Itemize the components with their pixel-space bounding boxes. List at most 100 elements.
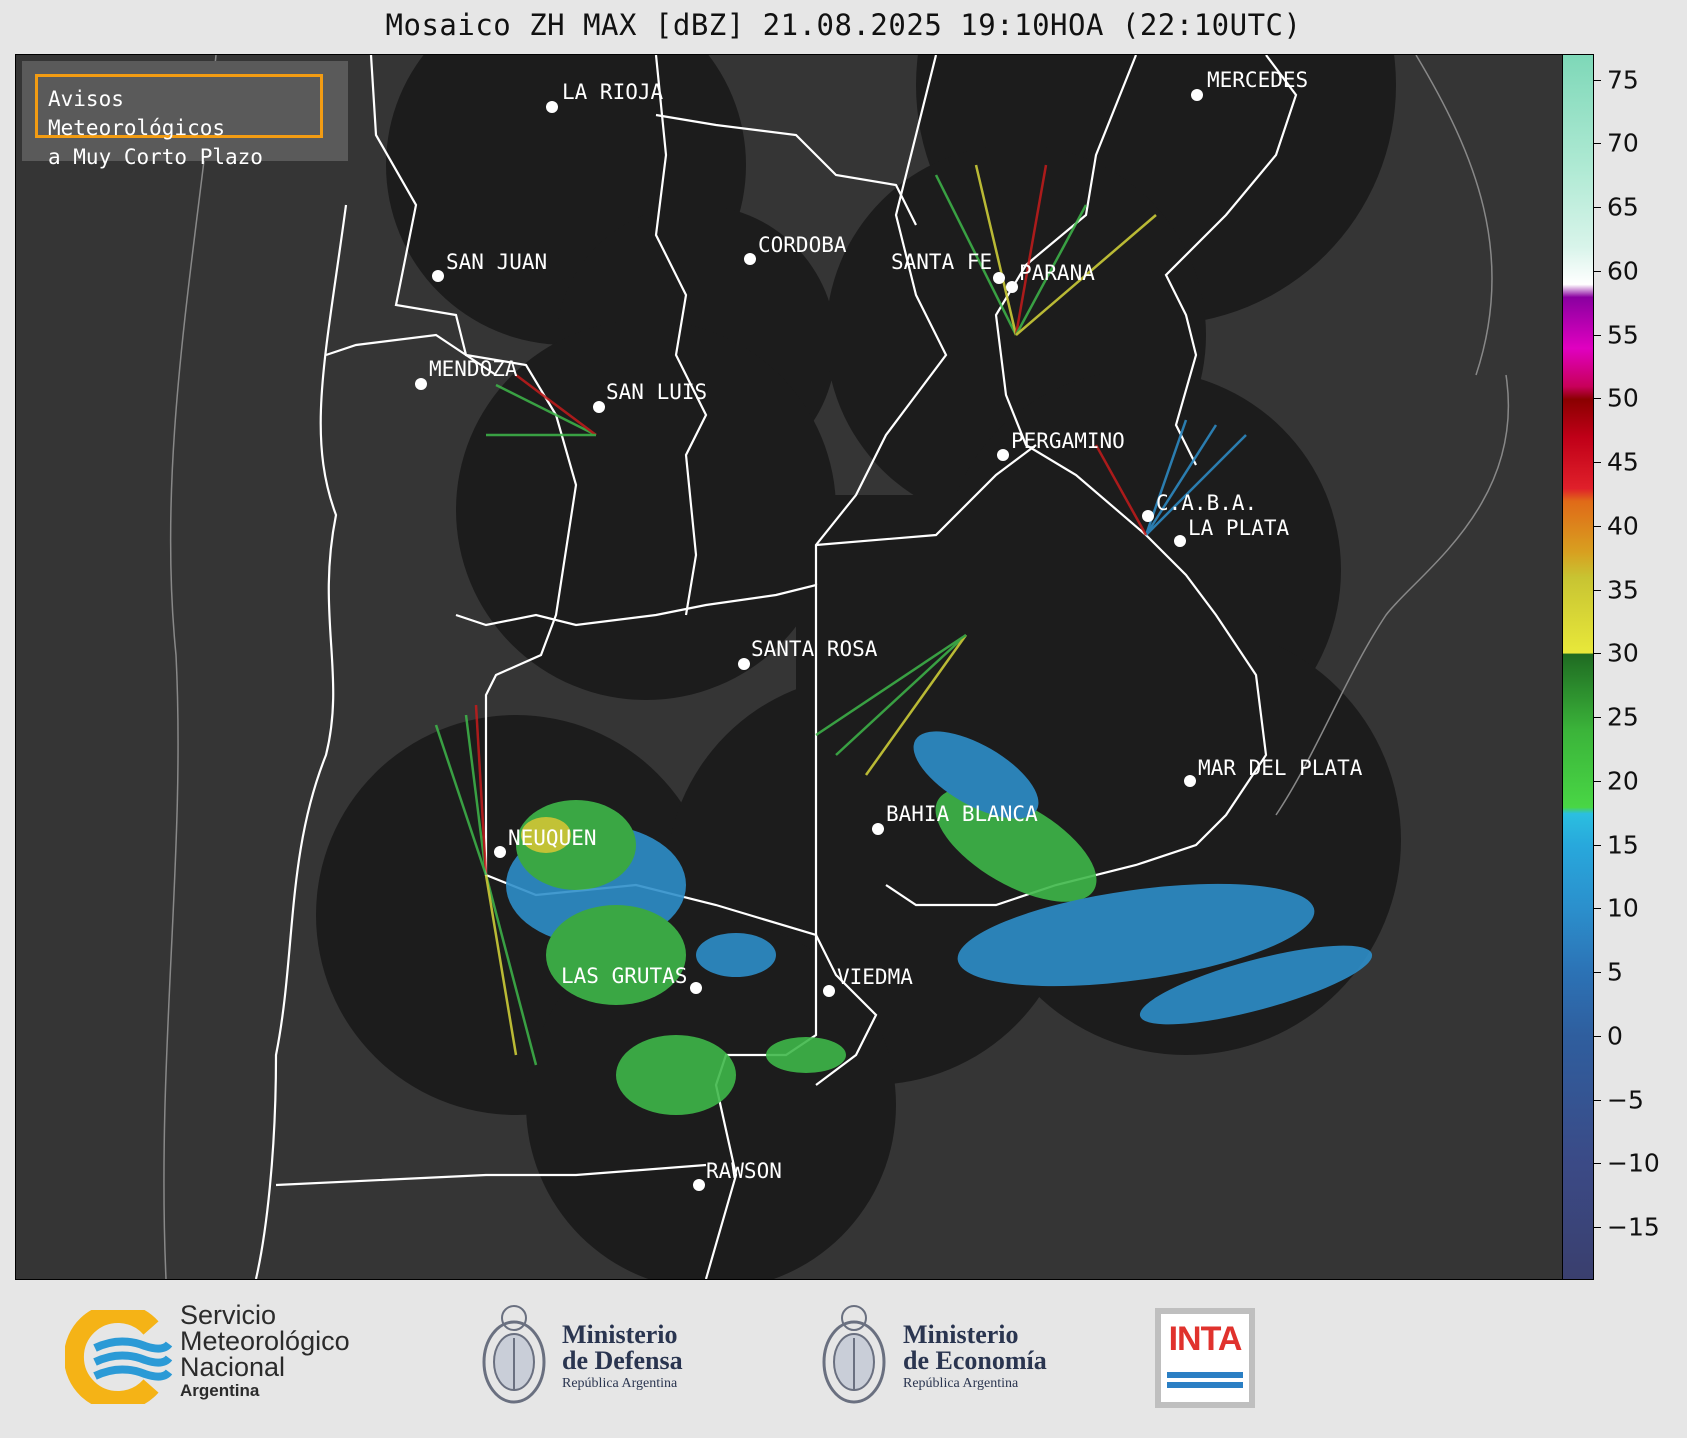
colorbar-tick-label: −5 xyxy=(1607,1085,1644,1114)
warning-line-2: a Muy Corto Plazo xyxy=(48,145,263,169)
city-label-caba: C.A.B.A. xyxy=(1156,491,1257,515)
defensa-line-1: Ministerio xyxy=(562,1320,678,1349)
city-marker xyxy=(823,985,835,997)
colorbar-tick xyxy=(1593,589,1601,591)
city-label-neuquen: NEUQUEN xyxy=(508,826,597,850)
city-label-pergamino: PERGAMINO xyxy=(1011,429,1125,453)
city-marker xyxy=(432,270,444,282)
smn-line-4: Argentina xyxy=(180,1381,260,1400)
colorbar-tick-label: 25 xyxy=(1607,702,1639,732)
smn-line-1: Servicio xyxy=(180,1300,277,1330)
radar-disc xyxy=(796,495,1276,835)
colorbar-tick-label: 10 xyxy=(1607,893,1639,923)
city-marker xyxy=(1184,775,1196,787)
colorbar-tick-label: 40 xyxy=(1607,511,1639,541)
city-marker xyxy=(415,378,427,390)
city-marker xyxy=(1006,281,1018,293)
colorbar-tick xyxy=(1593,908,1601,910)
radar-coverage xyxy=(316,55,1401,1279)
colorbar-tick xyxy=(1593,1163,1601,1165)
city-label-la-plata: LA PLATA xyxy=(1188,516,1290,540)
city-label-mendoza: MENDOZA xyxy=(429,357,518,381)
warning-box-frame: Avisos Meteorológicos a Muy Corto Plazo xyxy=(35,74,323,169)
city-marker xyxy=(738,658,750,670)
colorbar-tick xyxy=(1593,780,1601,782)
city-marker xyxy=(993,272,1005,284)
city-label-cordoba: CORDOBA xyxy=(758,233,847,257)
radar-map[interactable]: LA RIOJA MERCEDES SAN JUAN CORDOBA SANTA… xyxy=(15,54,1565,1280)
city-marker xyxy=(872,823,884,835)
colorbar-tick xyxy=(1593,207,1601,208)
city-marker xyxy=(693,1179,705,1191)
colorbar-tick-label: 75 xyxy=(1607,65,1639,94)
colorbar-tick-label: 30 xyxy=(1607,638,1639,668)
colorbar-tick xyxy=(1593,79,1601,81)
colorbar-tick-label: −10 xyxy=(1607,1148,1660,1178)
coat-of-arms-icon xyxy=(482,1305,546,1404)
economia-line-1: Ministerio xyxy=(903,1320,1019,1349)
smn-text: Servicio Meteorológico Nacional Argentin… xyxy=(180,1302,350,1402)
economia-line-2: de Economía xyxy=(903,1346,1047,1375)
inta-logo: INTA xyxy=(1155,1308,1255,1408)
colorbar-tick xyxy=(1593,972,1601,973)
colorbar-tick-label: 20 xyxy=(1607,766,1639,796)
city-marker xyxy=(690,982,702,994)
colorbar-tick xyxy=(1593,334,1601,336)
defensa-line-3: República Argentina xyxy=(562,1376,678,1391)
city-marker xyxy=(997,449,1009,461)
economia-line-3: República Argentina xyxy=(903,1376,1019,1391)
city-marker xyxy=(593,401,605,413)
city-label-rawson: RAWSON xyxy=(706,1159,782,1183)
colorbar-tick xyxy=(1593,653,1601,655)
city-marker xyxy=(1191,89,1203,101)
city-label-santa-rosa: SANTA ROSA xyxy=(751,637,878,661)
colorbar-tick-label: 15 xyxy=(1607,830,1639,859)
map-title: Mosaico ZH MAX [dBZ] 21.08.2025 19:10HOA… xyxy=(385,8,1302,42)
smn-line-2: Meteorológico xyxy=(180,1326,350,1356)
city-label-viedma: VIEDMA xyxy=(837,965,913,989)
colorbar-tick-label: 55 xyxy=(1607,320,1639,349)
city-marker xyxy=(1174,535,1186,547)
colorbar-tick-label: −15 xyxy=(1607,1212,1660,1242)
smn-logo-icon xyxy=(65,1310,173,1404)
inta-text: INTA xyxy=(1168,1320,1243,1358)
colorbar-tick xyxy=(1593,398,1601,400)
colorbar-tick-label: 65 xyxy=(1607,192,1639,222)
city-label-parana: PARANA xyxy=(1019,261,1095,285)
colorbar-tick xyxy=(1593,1099,1601,1101)
colorbar-tick-label: 0 xyxy=(1607,1021,1623,1051)
colorbar-tick-label: 35 xyxy=(1607,575,1639,604)
footer: Servicio Meteorológico Nacional Argentin… xyxy=(0,1280,1687,1438)
coat-of-arms-icon xyxy=(822,1305,886,1404)
economia-text: Ministerio de Economía República Argenti… xyxy=(903,1322,1047,1394)
colorbar xyxy=(1562,54,1594,1280)
city-marker xyxy=(1142,510,1154,522)
warning-box: Avisos Meteorológicos a Muy Corto Plazo xyxy=(22,61,348,169)
colorbar-tick-label: 45 xyxy=(1607,447,1639,477)
city-label-san-luis: SAN LUIS xyxy=(606,380,707,404)
city-marker xyxy=(744,253,756,265)
city-label-mar-del-plata: MAR DEL PLATA xyxy=(1198,756,1363,780)
smn-line-3: Nacional xyxy=(180,1352,286,1382)
colorbar-tick-label: 70 xyxy=(1607,128,1639,158)
colorbar-tick xyxy=(1593,717,1601,718)
warning-line-1: Avisos Meteorológicos xyxy=(48,87,226,140)
colorbar-tick-label: 60 xyxy=(1607,256,1639,286)
defensa-text: Ministerio de Defensa República Argentin… xyxy=(562,1322,683,1394)
city-marker xyxy=(494,846,506,858)
colorbar-tick xyxy=(1593,270,1601,272)
colorbar-tick xyxy=(1593,1227,1601,1228)
defensa-line-2: de Defensa xyxy=(562,1346,683,1375)
colorbar-tick-label: 50 xyxy=(1607,383,1639,413)
colorbar-tick xyxy=(1593,462,1601,463)
city-label-la-rioja: LA RIOJA xyxy=(562,80,664,104)
colorbar-tick xyxy=(1593,844,1601,846)
colorbar-tick xyxy=(1593,1035,1601,1037)
colorbar-tick xyxy=(1593,143,1601,145)
colorbar-tick-label: 5 xyxy=(1607,957,1623,987)
city-label-santa-fe: SANTA FE xyxy=(891,250,992,274)
city-label-san-juan: SAN JUAN xyxy=(446,250,547,274)
map-svg: LA RIOJA MERCEDES SAN JUAN CORDOBA SANTA… xyxy=(163,55,1509,1279)
city-marker xyxy=(546,101,558,113)
colorbar-tick xyxy=(1593,525,1601,527)
